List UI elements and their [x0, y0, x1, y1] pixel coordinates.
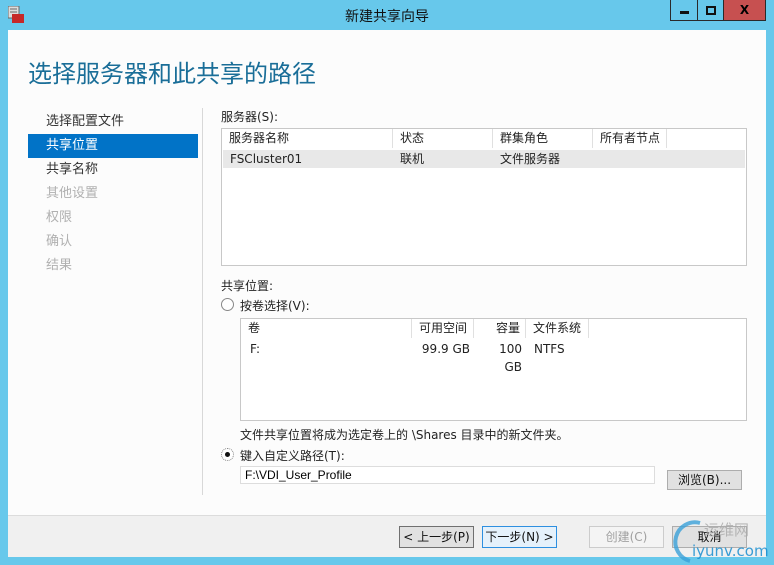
- maximize-button[interactable]: [697, 0, 724, 21]
- nav-item-confirm: 确认: [46, 234, 73, 249]
- share-location-label: 共享位置:: [221, 279, 274, 293]
- cancel-button[interactable]: 取消: [672, 526, 747, 548]
- volumes-table[interactable]: 卷 可用空间 容量 文件系统 F: 99.9 GB 100 GB NTFS: [240, 318, 747, 421]
- nav-item-permissions: 权限: [46, 210, 73, 225]
- window-title: 新建共享向导: [345, 9, 429, 25]
- servers-table[interactable]: 服务器名称 状态 群集角色 所有者节点 FSCluster01 联机 文件服务器: [221, 128, 747, 266]
- previous-button[interactable]: < 上一步(P): [399, 526, 474, 548]
- cell-server-name: FSCluster01: [230, 152, 303, 166]
- minimize-icon: [679, 10, 689, 14]
- custom-path-radio[interactable]: [221, 448, 234, 461]
- nav-item-results: 结果: [46, 258, 73, 273]
- maximize-icon: [705, 5, 716, 15]
- nav-item-share-location[interactable]: 共享位置: [28, 134, 198, 158]
- column-header-status[interactable]: 状态: [393, 129, 493, 148]
- next-button[interactable]: 下一步(N) >: [482, 526, 557, 548]
- nav-item-share-name[interactable]: 共享名称: [28, 158, 198, 182]
- cell-cluster-role: 文件服务器: [500, 152, 561, 166]
- nav-divider: [202, 108, 203, 495]
- nav-item-select-profile[interactable]: 选择配置文件: [28, 110, 198, 134]
- create-button: 创建(C): [589, 526, 664, 548]
- by-volume-radio[interactable]: [221, 298, 234, 311]
- cell-free-space: 99.9 GB: [421, 342, 470, 356]
- custom-path-input[interactable]: [240, 466, 655, 484]
- close-button[interactable]: X: [723, 0, 766, 21]
- servers-label: 服务器(S):: [221, 110, 279, 124]
- cell-volume: F:: [250, 342, 261, 356]
- by-volume-label[interactable]: 按卷选择(V):: [240, 297, 310, 314]
- page-title: 选择服务器和此共享的路径: [28, 60, 316, 88]
- column-header-capacity[interactable]: 容量: [474, 319, 526, 338]
- table-row[interactable]: F: 99.9 GB 100 GB NTFS: [241, 340, 746, 374]
- column-header-volume[interactable]: 卷: [241, 319, 412, 338]
- column-header-cluster-role[interactable]: 群集角色: [493, 129, 593, 148]
- column-header-free-space[interactable]: 可用空间: [412, 319, 474, 338]
- cell-file-system: NTFS: [534, 342, 565, 356]
- nav-item-other-settings: 其他设置: [46, 186, 99, 201]
- column-header-server-name[interactable]: 服务器名称: [222, 129, 393, 148]
- table-row[interactable]: FSCluster01 联机 文件服务器: [223, 150, 745, 168]
- volume-note: 文件共享位置将成为选定卷上的 \Shares 目录中的新文件夹。: [240, 428, 569, 442]
- custom-path-label[interactable]: 键入自定义路径(T):: [240, 447, 345, 464]
- close-icon: X: [739, 3, 750, 17]
- column-header-file-system[interactable]: 文件系统: [526, 319, 589, 338]
- cell-capacity: 100 GB: [499, 342, 522, 374]
- browse-button[interactable]: 浏览(B)...: [667, 470, 742, 490]
- column-header-owner-node[interactable]: 所有者节点: [593, 129, 667, 148]
- minimize-button[interactable]: [670, 0, 698, 21]
- cell-status: 联机: [400, 152, 425, 166]
